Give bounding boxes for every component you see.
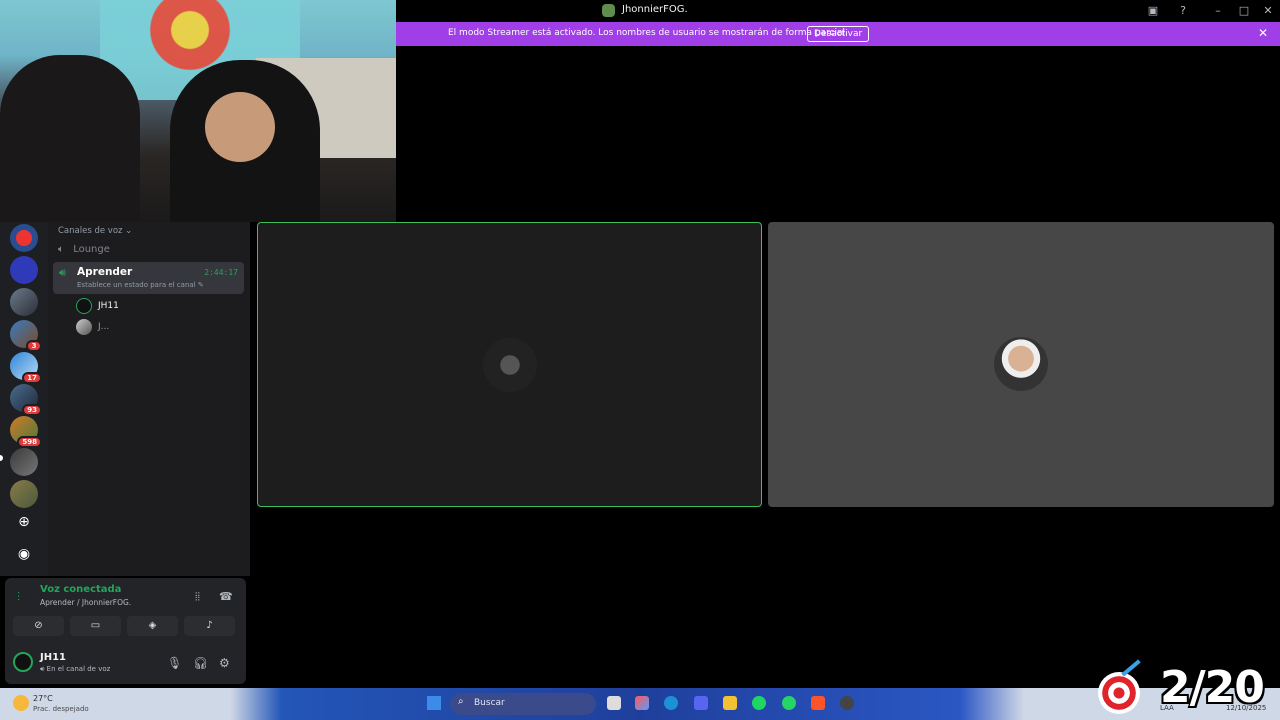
server-icon[interactable]: 3: [10, 320, 42, 352]
weather-condition[interactable]: Prac. despejado: [33, 705, 89, 713]
webcam-face: [205, 92, 275, 162]
brave-icon[interactable]: [811, 696, 825, 710]
add-server-icon[interactable]: ⊕: [12, 511, 36, 535]
participant-tile-speaking[interactable]: [257, 222, 762, 507]
banner-close-icon[interactable]: ✕: [1258, 26, 1268, 40]
server-badge: 3: [26, 340, 42, 352]
help-icon[interactable]: ?: [1175, 3, 1191, 19]
app-icon: [602, 4, 615, 17]
dart-icon: [1121, 659, 1141, 677]
avatar: [76, 298, 92, 314]
weather-temperature[interactable]: 27°C: [33, 694, 53, 703]
voice-connected-subtitle[interactable]: Aprender / JhonnierFOG.: [40, 598, 131, 607]
edge-icon[interactable]: [664, 696, 678, 710]
user-avatar[interactable]: [13, 652, 33, 672]
username[interactable]: JH11: [40, 652, 66, 663]
start-icon[interactable]: [427, 696, 441, 710]
participant-tile[interactable]: [768, 222, 1274, 507]
participant-avatar: [483, 338, 537, 392]
server-icon[interactable]: 598: [10, 416, 42, 448]
discover-icon[interactable]: ◉: [12, 543, 36, 567]
taskbar: 27°C Prac. despejado ⌕ Buscar LAA 12/10/…: [0, 688, 1280, 720]
channel-status[interactable]: Establece un estado para el canal ✎: [77, 281, 204, 289]
channel-aprender[interactable]: 🔊︎ Aprender 2:44:17 Establece un estado …: [53, 262, 244, 294]
hangup-icon[interactable]: ☎: [219, 590, 233, 603]
speaker-icon: 🔊︎: [59, 266, 66, 279]
close-icon[interactable]: ✕: [1260, 3, 1276, 19]
webcam-overlay: [0, 0, 396, 222]
pencil-icon: ✎: [197, 281, 204, 289]
screen-share-icon: ▭: [90, 620, 101, 631]
copilot-icon[interactable]: [635, 696, 649, 710]
obs-icon[interactable]: [840, 696, 854, 710]
headphones-icon[interactable]: 🎧︎: [193, 656, 208, 670]
server-unread-pill: [0, 455, 3, 461]
soundwave-icon[interactable]: ⦙⦙: [195, 590, 200, 604]
screen-share-button[interactable]: ▭: [70, 616, 121, 636]
soundboard-icon: ♪: [206, 620, 213, 631]
speaker-icon: 🔈︎: [58, 244, 64, 255]
weather-icon[interactable]: [13, 695, 29, 711]
webcam-person-left: [0, 55, 140, 222]
server-badge: 93: [22, 404, 42, 416]
score-overlay: 2/20: [1096, 659, 1280, 720]
channel-sidebar: Canales de voz ⌄ 🔈︎ Lounge 🔊︎ Aprender 2…: [48, 222, 250, 576]
desktop: JhonnierFOG. ▣ ? – □ ✕ El modo Streamer …: [0, 0, 1280, 720]
user-status: 🔊︎ En el canal de voz: [40, 665, 111, 673]
participant-avatar: [994, 337, 1048, 391]
target-icon: [1098, 672, 1140, 714]
server-icon[interactable]: 17: [10, 352, 42, 384]
title-bar: JhonnierFOG. ▣ ? – □ ✕: [396, 0, 1280, 22]
server-badge: 598: [17, 436, 42, 448]
camera-off-icon: ⊘: [34, 620, 43, 631]
server-icon[interactable]: [10, 448, 38, 476]
minimize-icon[interactable]: –: [1210, 3, 1226, 19]
folder-icon[interactable]: [723, 696, 737, 710]
camera-off-button[interactable]: ⊘: [13, 616, 64, 636]
discord-icon[interactable]: [694, 696, 708, 710]
avatar: [76, 319, 92, 335]
search-icon: ⌕: [458, 696, 464, 707]
taskbar-search[interactable]: ⌕ Buscar: [450, 693, 596, 715]
gear-icon[interactable]: ⚙: [219, 656, 230, 670]
server-icon[interactable]: [10, 480, 38, 508]
user-bar: JH11 🔊︎ En el canal de voz 🎙︎ 🎧︎ ⚙: [5, 648, 246, 684]
window-title: JhonnierFOG.: [622, 4, 688, 15]
server-icon[interactable]: [10, 288, 38, 316]
server-icon[interactable]: [10, 224, 38, 252]
channel-timer: 2:44:17: [204, 268, 238, 277]
inbox-icon[interactable]: ▣: [1145, 3, 1161, 19]
streamer-mode-banner: El modo Streamer está activado. Los nomb…: [396, 22, 1280, 46]
server-rail: 3 17 93 598 ⊕ ◉: [0, 222, 48, 576]
deactivate-streamer-button[interactable]: Desactivar: [807, 26, 870, 42]
score-counter: 2/20: [1160, 662, 1265, 713]
mic-icon[interactable]: 🎙︎: [167, 656, 182, 670]
server-icon[interactable]: 93: [10, 384, 42, 416]
channel-name: Aprender: [77, 266, 133, 278]
voice-connected-panel: ⫶ Voz conectada Aprender / JhonnierFOG. …: [5, 578, 246, 684]
category-voice-channels[interactable]: Canales de voz ⌄: [58, 226, 132, 236]
search-label: Buscar: [474, 698, 505, 708]
spotify-icon[interactable]: [752, 696, 766, 710]
activity-icon: ◈: [148, 620, 157, 631]
streamer-banner-message: El modo Streamer está activado. Los nomb…: [448, 28, 848, 38]
soundboard-button[interactable]: ♪: [184, 616, 235, 636]
channel-lounge[interactable]: 🔈︎ Lounge: [58, 244, 110, 255]
server-badge: 17: [22, 372, 42, 384]
file-explorer-icon[interactable]: [607, 696, 621, 710]
server-icon[interactable]: [10, 256, 38, 284]
voice-connected-title[interactable]: Voz conectada: [40, 584, 121, 595]
channel-name: Lounge: [73, 244, 110, 255]
activity-button[interactable]: ◈: [127, 616, 178, 636]
member-name: JH11: [98, 301, 119, 311]
member-name: J...: [98, 322, 110, 332]
maximize-icon[interactable]: □: [1236, 3, 1252, 19]
voice-call-area: [250, 46, 1280, 688]
signal-icon[interactable]: ⫶: [17, 590, 20, 605]
whatsapp-icon[interactable]: [782, 696, 796, 710]
